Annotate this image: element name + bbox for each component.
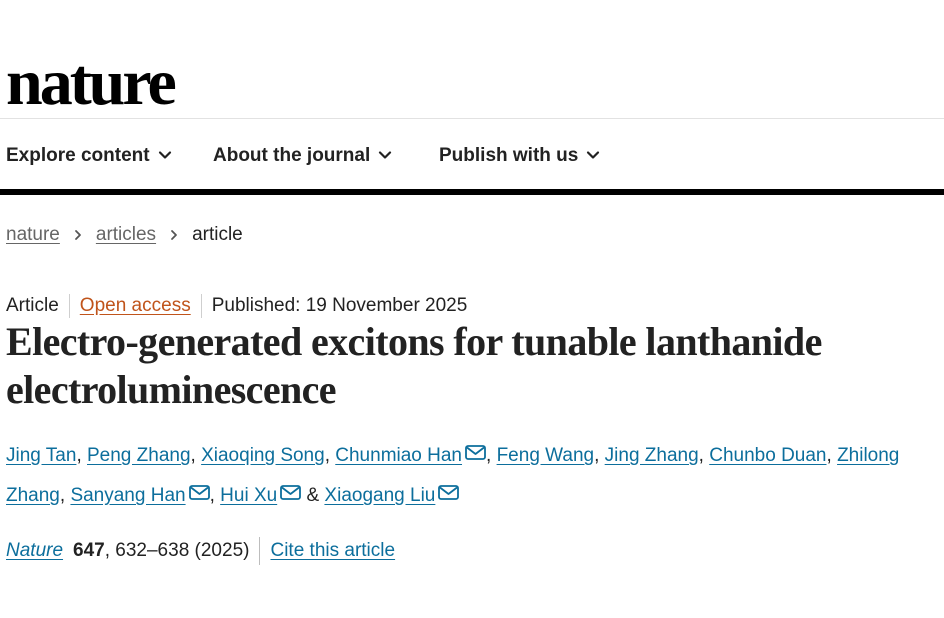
author-link[interactable]: Chunmiao Han	[335, 445, 462, 466]
author-link[interactable]: Peng Zhang	[87, 445, 191, 466]
author-separator: ,	[190, 445, 202, 466]
article-type: Article	[6, 295, 59, 316]
nav-explore-content[interactable]: Explore content	[6, 137, 172, 175]
chevron-right-icon	[74, 230, 81, 240]
author-link[interactable]: Sanyang Han	[70, 485, 185, 506]
author-link[interactable]: Feng Wang	[497, 445, 595, 466]
mail-icon[interactable]	[465, 445, 486, 460]
nav-label: Explore content	[6, 145, 150, 166]
chevron-down-icon	[158, 151, 171, 159]
journal-link[interactable]: Nature	[6, 540, 63, 562]
pages-year: , 632–638 (2025)	[104, 540, 250, 561]
cite-this-article-link[interactable]: Cite this article	[270, 540, 395, 562]
author-separator: ,	[324, 445, 336, 466]
published-date: Published: 19 November 2025	[211, 295, 468, 316]
author-separator: &	[301, 485, 325, 506]
article-title: Electro-generated excitons for tunable l…	[6, 319, 822, 412]
nav-about-the-journal[interactable]: About the journal	[213, 137, 392, 175]
mail-icon[interactable]	[188, 485, 210, 500]
nav-divider	[0, 189, 944, 195]
mail-icon[interactable]	[280, 485, 302, 500]
author-separator: ,	[594, 445, 605, 466]
breadcrumb-nature[interactable]: nature	[6, 224, 60, 246]
nav-publish-with-us[interactable]: Publish with us	[439, 137, 600, 175]
breadcrumb-current: article	[192, 224, 243, 245]
author-separator: ,	[209, 485, 221, 506]
author-link[interactable]: Jing Tan	[6, 445, 76, 466]
meta-divider	[200, 294, 202, 318]
author-list: Jing Tan, Peng Zhang, Xiaoqing Song, Chu…	[6, 436, 942, 516]
author-link[interactable]: Chunbo Duan	[709, 445, 826, 466]
chevron-right-icon	[171, 230, 177, 240]
meta-divider	[68, 294, 70, 318]
author-separator: ,	[76, 445, 87, 466]
article-meta: Article Open access Published: 19 Novemb…	[6, 293, 467, 319]
chevron-down-icon	[379, 151, 392, 159]
author-separator: ,	[486, 445, 497, 466]
author-separator: ,	[59, 485, 71, 506]
author-link[interactable]: Xiaogang Liu	[324, 485, 435, 506]
chevron-down-icon	[587, 151, 600, 159]
citation-divider	[259, 537, 261, 565]
site-logo: nature	[6, 46, 177, 119]
author-separator: ,	[826, 445, 838, 466]
mail-icon[interactable]	[438, 485, 460, 500]
author-link[interactable]: Hui Xu	[220, 485, 277, 506]
breadcrumb-articles[interactable]: articles	[96, 224, 156, 246]
author-link[interactable]: Xiaoqing Song	[201, 445, 325, 466]
volume-number: 647	[73, 540, 105, 561]
author-separator: ,	[698, 445, 710, 466]
open-access-link[interactable]: Open access	[80, 295, 191, 317]
breadcrumb: nature articles article	[6, 222, 243, 248]
header-divider	[0, 118, 944, 119]
nav-label: About the journal	[213, 145, 371, 166]
article-citation: Nature 647 , 632–638 (2025) Cite this ar…	[6, 537, 395, 565]
site-logo-link[interactable]: nature	[6, 46, 177, 119]
nav-label: Publish with us	[439, 145, 579, 166]
author-link[interactable]: Jing Zhang	[605, 445, 699, 466]
